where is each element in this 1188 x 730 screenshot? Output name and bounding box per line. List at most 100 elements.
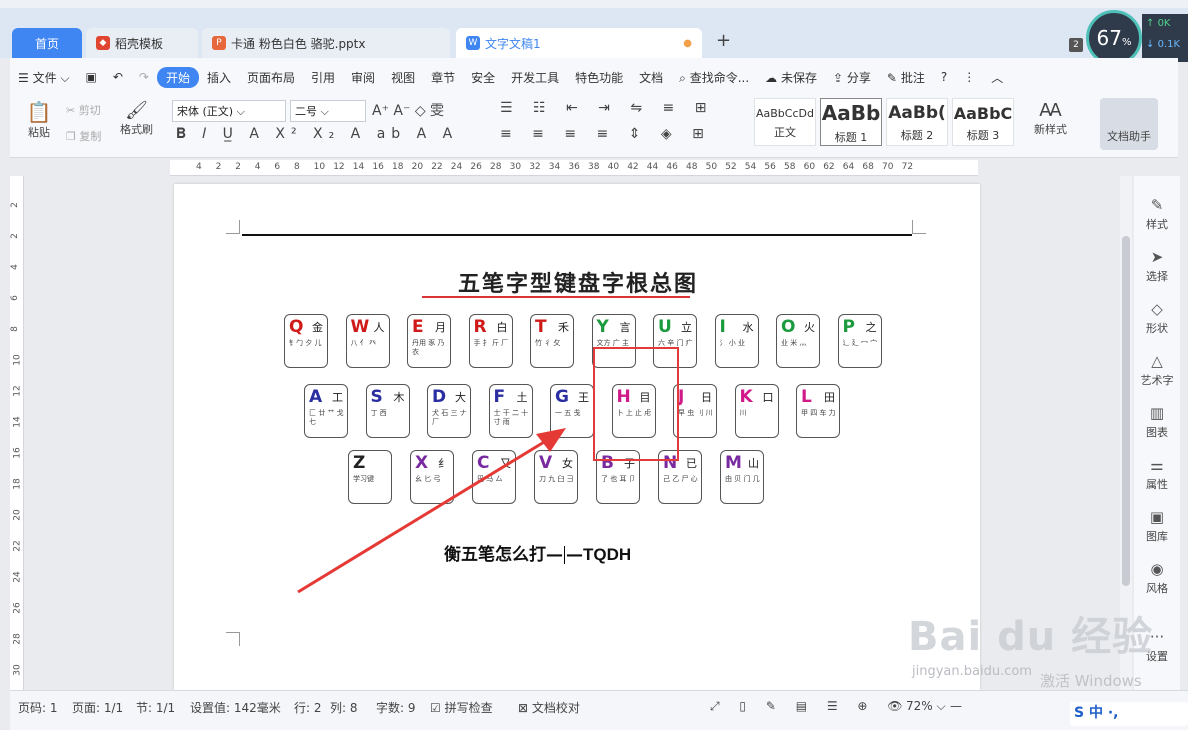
status-page-num[interactable]: 页码: 1 [18, 699, 58, 716]
toolbar: 📋 粘贴 ✂ 剪切 ❐ 复制 🖌 格式刷 宋体 (正文) ⌵ 二号 ⌵ A⁺ A… [10, 96, 1178, 156]
baidu-url: jingyan.baidu.com [912, 664, 1032, 679]
new-tab-icon[interactable]: + [716, 30, 731, 51]
panel-wordart[interactable]: △ 艺术字 [1134, 352, 1180, 388]
menu-view[interactable]: 视图 [383, 69, 423, 86]
panel-theme[interactable]: ◉ 风格 [1134, 560, 1180, 596]
tab-doc[interactable]: W 文字文稿1 ● [456, 28, 702, 58]
font-select[interactable]: 宋体 (正文) ⌵ [172, 100, 286, 122]
status-col[interactable]: 列: 8 [330, 699, 358, 716]
scissors-icon: ✂ [66, 104, 76, 117]
status-words[interactable]: 字数: 9 [376, 699, 416, 716]
menu-layout[interactable]: 页面布局 [239, 69, 303, 86]
menu-chapter[interactable]: 章节 [423, 69, 463, 86]
style-h3[interactable]: AaBbC 标题 3 [952, 98, 1014, 146]
vertical-ruler[interactable]: 2 2 4 6 8 10 12 14 16 18 20 22 24 26 28 30 [10, 176, 24, 690]
font-size-tools[interactable]: A⁺ A⁻ ◇ 雯 [372, 100, 444, 120]
status-row[interactable]: 行: 2 [294, 699, 322, 716]
ruler-tick-label: 18 [12, 478, 23, 490]
ruler-tick-label: 12 [12, 385, 23, 397]
panel-gallery[interactable]: ▣ 图库 [1134, 508, 1180, 544]
doc-helper-button[interactable]: 文档助手 [1100, 98, 1158, 150]
help-icon[interactable]: ? [933, 70, 955, 84]
menu-devtools[interactable]: 开发工具 [503, 69, 567, 86]
status-pages[interactable]: 页面: 1/1 [72, 699, 123, 716]
menu-row: ☰ 文件 ⌵ ▣ ↶ ↷ 开始 插入 页面布局 引用 审阅 视图 章节 安全 开… [10, 60, 1178, 94]
search-command[interactable]: ⌕ 查找命令... [671, 69, 757, 86]
panel-chart[interactable]: ▥ 图表 [1134, 404, 1180, 440]
ruler-tick-label: 20 [12, 509, 23, 521]
share-button[interactable]: ⇪ 分享 [825, 69, 879, 86]
align-tools[interactable]: ≡ ≡ ≡ ≡ ⇕ ◈ ⊞ [500, 126, 712, 142]
menu-doc[interactable]: 文档 [631, 69, 671, 86]
format-tools[interactable]: 𝐁 𝐼 U̲ A X² X₂ A ab A A [176, 126, 458, 142]
zoom-level[interactable]: 72% ⌵ [906, 699, 946, 714]
menu-special[interactable]: 特色功能 [567, 69, 631, 86]
copy-button[interactable]: ❐ 复制 [66, 128, 101, 144]
arrow-head [536, 428, 566, 452]
cut-button[interactable]: ✂ 剪切 [66, 102, 101, 118]
unsaved-button[interactable]: ☁ 未保存 [757, 69, 825, 86]
menu-security[interactable]: 安全 [463, 69, 503, 86]
tab-template[interactable]: ◆ 稻壳模板 [86, 28, 198, 58]
spell-icon: ☑ [430, 701, 441, 715]
spell-label: 拼写检查 [444, 701, 493, 715]
style-icon: ✎ [1150, 196, 1164, 214]
size-select[interactable]: 二号 ⌵ [290, 100, 366, 122]
tab-home[interactable]: 首页 [12, 28, 82, 58]
comment-button[interactable]: ✎ 批注 [879, 69, 933, 86]
horizontal-ruler[interactable]: 4 2 2 4 6 8 10 12 14 16 18 20 22 24 26 28 30 32 34 36 38 40 42… [170, 160, 978, 176]
ruler-tick-label: 2 [9, 202, 20, 208]
ruler-tick-label: 8 [294, 162, 300, 172]
list-tools[interactable]: ☰ ☷ ⇤ ⇥ ⇋ ≡ ⊞ [500, 100, 714, 116]
text-cursor [564, 546, 565, 564]
style-h2[interactable]: AaBb(标题 2 [886, 98, 948, 146]
panel-style[interactable]: ✎ 样式 [1134, 196, 1180, 232]
download-value: 0.1K [1157, 39, 1181, 50]
cloud-icon: ☁ [765, 70, 778, 85]
panel-shape[interactable]: ◇ 形状 [1134, 300, 1180, 336]
cpu-value: 67 [1096, 26, 1122, 50]
zoom-out-icon[interactable]: — [950, 699, 962, 713]
style-h1[interactable]: AaBb 标题 1 [820, 98, 882, 146]
ruler-tick-label: 70 [882, 162, 894, 172]
chart-icon: ▥ [1149, 404, 1165, 422]
redo-icon[interactable]: ↷ [131, 70, 157, 84]
collapse-icon[interactable]: ︿ [983, 69, 1011, 86]
proof-label: 文档校对 [531, 701, 580, 715]
paste-button[interactable]: 📋 粘贴 [24, 100, 54, 140]
doc-helper-label: 文档助手 [1107, 130, 1151, 143]
status-section[interactable]: 节: 1/1 [136, 699, 175, 716]
scroll-thumb[interactable] [1122, 236, 1130, 586]
panel-select[interactable]: ➤ 选择 [1134, 248, 1180, 284]
menu-insert[interactable]: 插入 [199, 69, 239, 86]
proof-button[interactable]: ⊠ 文档校对 [518, 699, 580, 716]
new-style-button[interactable]: Ꜳ 新样式 [1034, 100, 1067, 137]
panel-property[interactable]: ⚌ 属性 [1134, 456, 1180, 492]
style-h1-sample: AaBb [821, 101, 881, 125]
menu-start[interactable]: 开始 [156, 66, 199, 88]
document-page[interactable]: 五笔字型键盘字根总图 Q 金钅勹 夕 儿W人八 亻 癶 E 月丹用 豕 乃 衣R白手 … [174, 184, 980, 690]
more-icon[interactable]: ⋮ [955, 70, 983, 84]
theme-icon: ◉ [1150, 560, 1164, 578]
caption-line[interactable]: 衡五笔怎么打— —TQDH [444, 540, 631, 565]
status-setting[interactable]: 设置值: 142毫米 [190, 699, 281, 716]
menu-file-label: 文件 [32, 70, 57, 85]
save-icon[interactable]: ▣ [78, 70, 105, 84]
panel-shape-label: 形状 [1146, 322, 1168, 335]
menu-file[interactable]: ☰ 文件 ⌵ [10, 69, 78, 86]
view-mode-icons[interactable]: ⤢ ▯ ✎ ▤ ☰ ⊕ 👁 [710, 699, 911, 714]
spell-check-button[interactable]: ☑ 拼写检查 [430, 699, 493, 716]
ruler-tick-label: 4 [254, 162, 261, 172]
style-h1-name: 标题 1 [834, 131, 868, 144]
menu-review[interactable]: 审阅 [343, 69, 383, 86]
tab-ppt[interactable]: P 卡通 粉色白色 骆驼.pptx [202, 28, 450, 58]
style-normal[interactable]: AaBbCcDd 正文 [754, 98, 816, 146]
menu-reference[interactable]: 引用 [303, 69, 343, 86]
undo-icon[interactable]: ↶ [105, 70, 131, 84]
ruler-tick-label: 62 [823, 162, 835, 172]
sliders-icon: ⚌ [1150, 456, 1164, 474]
paste-label: 粘贴 [28, 126, 50, 139]
style-h3-sample: AaBbC [953, 104, 1013, 123]
ime-toolbar[interactable]: S 中 ·, [1070, 702, 1188, 726]
format-painter-button[interactable]: 🖌 格式刷 [120, 100, 153, 137]
